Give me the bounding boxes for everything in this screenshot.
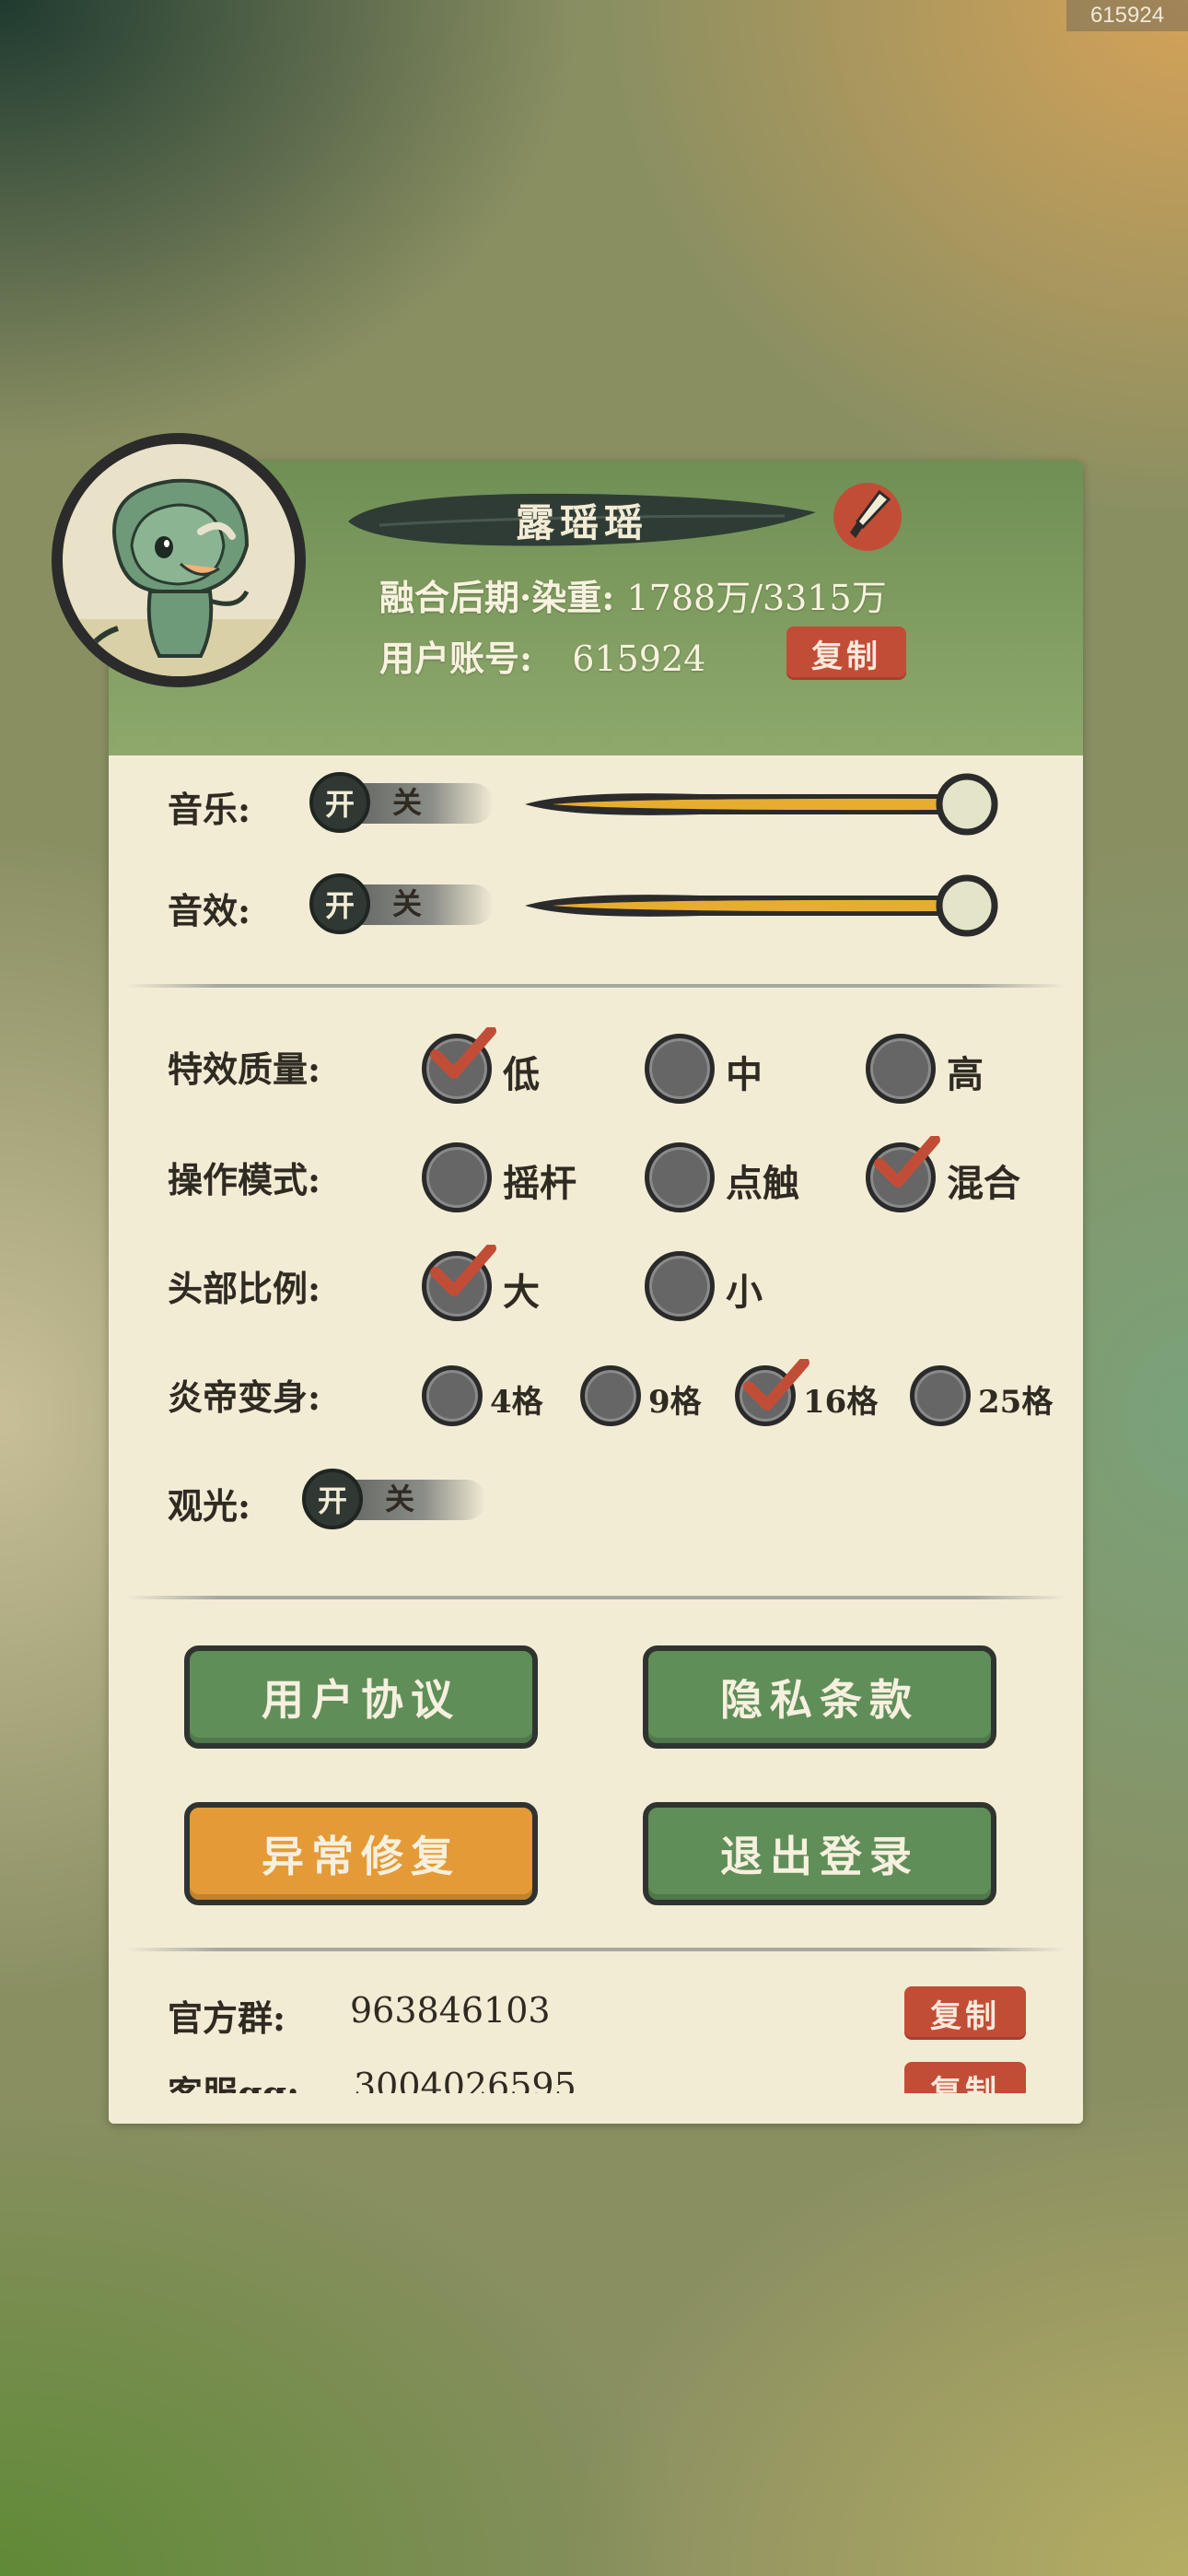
divider: [125, 984, 1066, 988]
stage-line: 融合后期·染重: 1788万/3315万: [379, 569, 887, 620]
player-name: 露瑶瑶: [515, 499, 648, 545]
head-ratio-large-label: 大: [503, 1270, 540, 1314]
control-mode-joystick-radio[interactable]: [422, 1142, 492, 1212]
head-ratio-small-label: 小: [726, 1270, 763, 1314]
account-label: 用户账号:: [379, 638, 533, 679]
stage-label: 融合后期·染重:: [379, 577, 615, 618]
sfx-label: 音效:: [168, 890, 251, 931]
head-ratio-small-radio[interactable]: [645, 1251, 715, 1321]
transform-16-radio[interactable]: [735, 1359, 809, 1426]
toggle-on-knob: 开: [309, 873, 370, 934]
user-agreement-button[interactable]: 用户协议: [184, 1645, 538, 1749]
stage-value: 1788万/3315万: [626, 578, 887, 618]
effect-quality-high-label: 高: [947, 1053, 984, 1096]
account-value: 615924: [572, 638, 706, 679]
effect-quality-high-radio[interactable]: [866, 1034, 936, 1104]
sfx-toggle[interactable]: 开 关: [309, 873, 494, 934]
effect-quality-label: 特效质量:: [168, 1048, 321, 1090]
head-ratio-large-radio[interactable]: [422, 1245, 496, 1321]
toggle-off-label: 关: [385, 1481, 415, 1516]
toggle-off-label: 关: [392, 785, 423, 820]
divider: [125, 1948, 1066, 1951]
toggle-on-knob: 开: [302, 1469, 363, 1529]
toggle-off-label: 关: [392, 886, 423, 921]
music-volume-slider[interactable]: [516, 770, 1004, 838]
privacy-button[interactable]: 隐私条款: [643, 1645, 996, 1749]
top-id-badge: 615924: [1066, 0, 1188, 31]
transform-9-radio[interactable]: [580, 1365, 641, 1426]
checkmark-icon: [743, 1359, 809, 1411]
account-line: 用户账号: 615924: [379, 630, 705, 681]
transform-4-radio[interactable]: [422, 1365, 483, 1426]
copy-group-button[interactable]: 复制: [904, 1986, 1026, 2040]
effect-quality-mid-label: 中: [726, 1053, 763, 1096]
brush-icon: [850, 489, 891, 538]
checkmark-icon: [430, 1245, 496, 1296]
toggle-on-knob: 开: [309, 772, 370, 833]
settings-panel: 音乐: 开 关 音效: 开 关 特效质量: 低 中 高 操作模式: 摇杆 点触 …: [109, 461, 1083, 2124]
dinosaur-avatar-icon: [63, 478, 295, 676]
group-number: 963846103: [350, 1990, 551, 2031]
transform-label: 炎帝变身:: [168, 1376, 321, 1418]
edit-name-button[interactable]: [833, 483, 902, 551]
checkmark-icon: [874, 1136, 940, 1188]
transform-9-label: 9格: [648, 1384, 702, 1421]
music-label: 音乐:: [168, 789, 251, 830]
music-toggle[interactable]: 开 关: [309, 772, 494, 833]
transform-4-label: 4格: [490, 1384, 543, 1421]
sightseeing-toggle[interactable]: 开 关: [302, 1469, 486, 1529]
sfx-volume-slider[interactable]: [516, 872, 1004, 940]
transform-25-radio[interactable]: [910, 1365, 971, 1426]
group-label: 官方群:: [168, 1997, 286, 2039]
head-ratio-label: 头部比例:: [168, 1268, 321, 1309]
checkmark-icon: [430, 1027, 496, 1079]
sightseeing-label: 观光:: [168, 1485, 251, 1527]
control-mode-tap-radio[interactable]: [645, 1142, 715, 1212]
transform-16-label: 16格: [803, 1384, 879, 1421]
effect-quality-low-label: 低: [503, 1053, 540, 1096]
transform-25-label: 25格: [978, 1384, 1054, 1421]
control-mode-mixed-label: 混合: [947, 1162, 1020, 1205]
control-mode-tap-label: 点触: [726, 1162, 799, 1205]
control-mode-label: 操作模式:: [168, 1159, 321, 1200]
repair-button[interactable]: 异常修复: [184, 1802, 538, 1905]
effect-quality-low-radio[interactable]: [422, 1027, 496, 1104]
name-banner: 露瑶瑶: [343, 485, 821, 555]
scroll-clip: [109, 2093, 1083, 2124]
control-mode-mixed-radio[interactable]: [866, 1136, 940, 1212]
divider: [125, 1596, 1066, 1599]
avatar[interactable]: [52, 433, 306, 687]
copy-account-button[interactable]: 复制: [786, 626, 906, 680]
control-mode-joystick-label: 摇杆: [503, 1162, 577, 1205]
logout-button[interactable]: 退出登录: [643, 1802, 996, 1905]
effect-quality-mid-radio[interactable]: [645, 1034, 715, 1104]
